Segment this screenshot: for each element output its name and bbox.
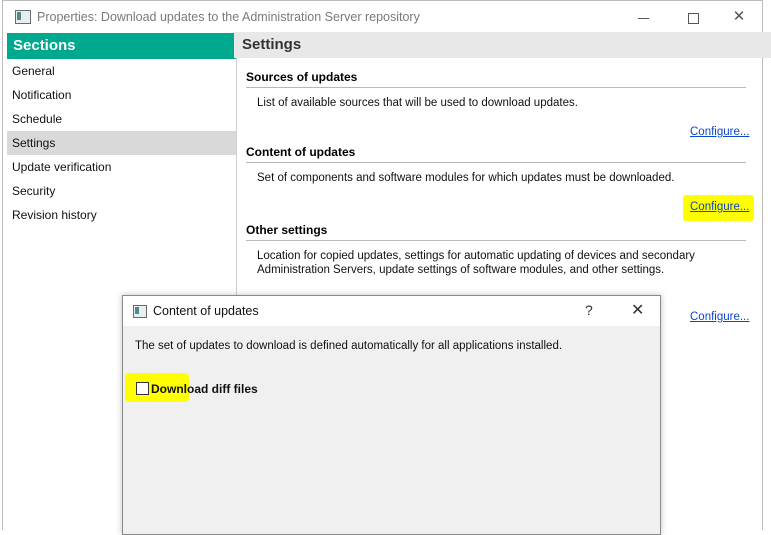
sidebar-item-label: General [12,64,55,78]
group-description: List of available sources that will be u… [257,97,578,109]
sidebar-item-update-verification[interactable]: Update verification [7,155,236,179]
sidebar-item-label: Settings [12,136,56,150]
sidebar-item-label: Security [12,184,56,198]
settings-header: Settings [234,32,771,58]
sidebar-item-notification[interactable]: Notification [7,83,236,107]
minimize-button[interactable] [621,5,665,29]
sidebar-item-label: Schedule [12,112,63,126]
group-description: Location for copied updates, settings fo… [257,250,695,276]
close-button[interactable]: ✕ [717,5,761,29]
group-title: Other settings [246,223,746,241]
group-sources-of-updates: Sources of updates List of available sou… [246,70,746,110]
maximize-icon [687,12,699,24]
sidebar-item-label: Revision history [12,208,97,222]
sidebar-item-security[interactable]: Security [7,179,236,203]
download-diff-files-checkbox[interactable] [136,382,149,395]
maximize-button[interactable] [671,5,715,29]
sidebar-item-label: Notification [12,88,72,102]
background-window-right-edge [763,0,771,530]
close-icon: ✕ [732,8,746,25]
minimize-icon [637,17,649,19]
sidebar-item-revision-history[interactable]: Revision history [7,203,236,227]
window-titlebar: Properties: Download updates to the Admi… [3,1,762,33]
group-description: Set of components and software modules f… [257,172,675,184]
help-button[interactable]: ? [585,302,593,318]
group-title: Content of updates [246,145,746,163]
content-of-updates-dialog: Content of updates ? ✕ The set of update… [122,295,661,535]
sidebar-item-settings[interactable]: Settings [7,131,236,155]
window-title: Properties: Download updates to the Admi… [37,10,420,24]
group-title: Sources of updates [246,70,746,88]
sidebar-item-schedule[interactable]: Schedule [7,107,236,131]
sidebar-item-general[interactable]: General [7,59,236,83]
group-content-of-updates: Content of updates Set of components and… [246,145,746,185]
group-other-settings: Other settings Location for copied updat… [246,223,746,277]
dialog-title: Content of updates [153,304,259,318]
configure-other-link[interactable]: Configure... [690,311,749,323]
dialog-message: The set of updates to download is define… [135,340,563,352]
dialog-titlebar: Content of updates ? ✕ [123,296,660,326]
download-diff-files-label[interactable]: Download diff files [151,382,258,396]
dialog-close-button[interactable]: ✕ [631,300,644,320]
app-icon [15,10,31,24]
sidebar-item-label: Update verification [12,160,112,174]
sections-header: Sections [7,33,236,59]
configure-content-link[interactable]: Configure... [690,201,749,213]
configure-sources-link[interactable]: Configure... [690,126,749,138]
dialog-app-icon [133,305,147,318]
